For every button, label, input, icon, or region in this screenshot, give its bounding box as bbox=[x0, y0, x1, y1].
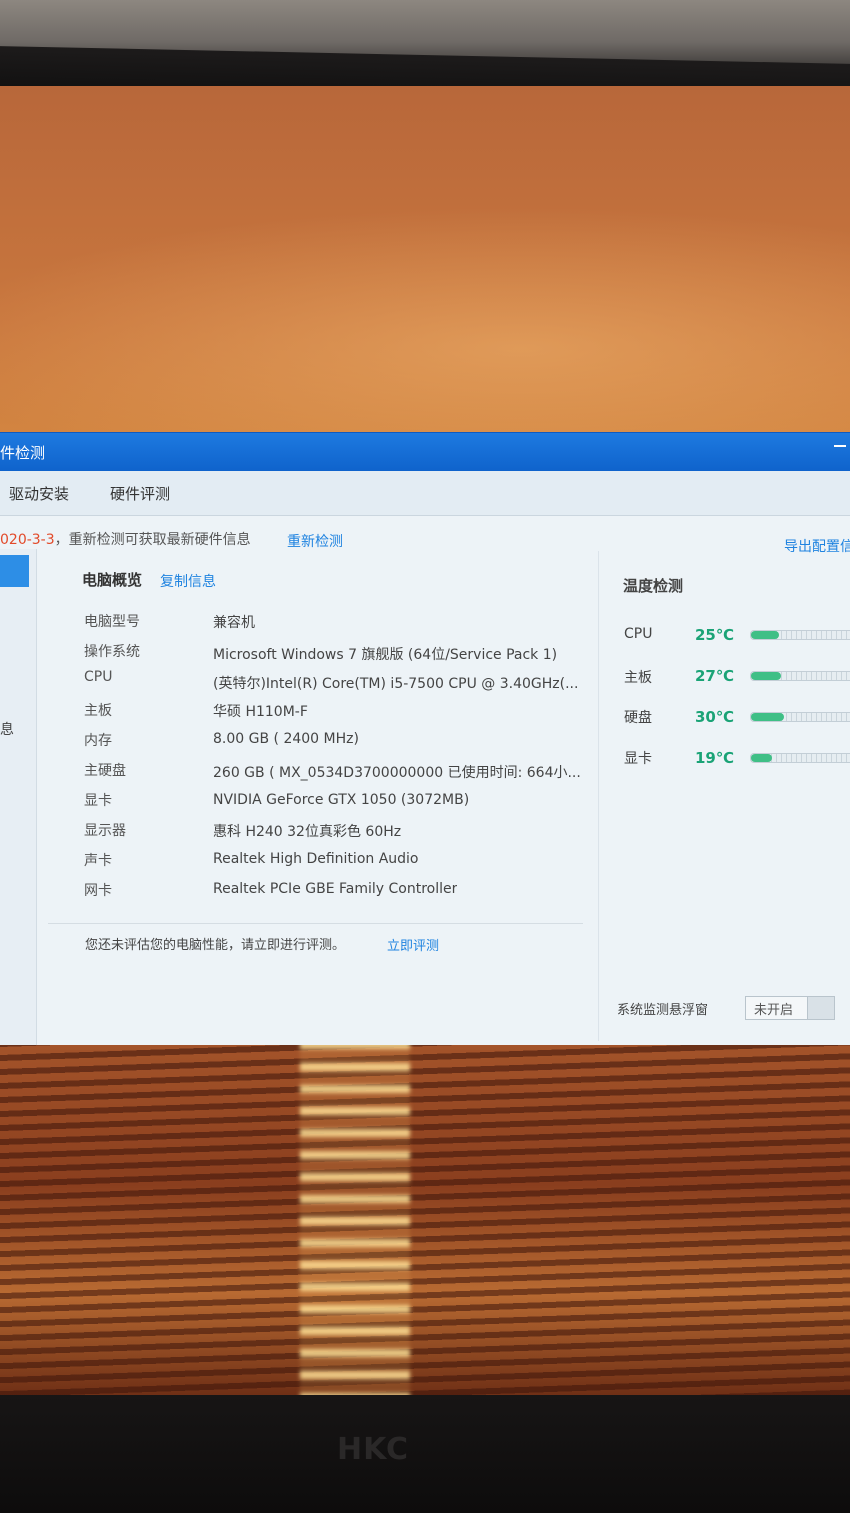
spec-value: 兼容机 bbox=[213, 615, 255, 631]
temp-gauge bbox=[750, 753, 850, 763]
spec-value: Microsoft Windows 7 旗舰版 (64位/Service Pac… bbox=[213, 647, 558, 663]
float-window-toggle[interactable]: 未开启 bbox=[745, 996, 835, 1020]
window-title: 件检测 bbox=[0, 444, 46, 462]
copy-info-link[interactable]: 复制信息 bbox=[160, 571, 216, 591]
monitor-brand-logo: HKC bbox=[337, 1432, 410, 1467]
spec-label: 声卡 bbox=[84, 853, 112, 869]
temp-gauge-fill bbox=[751, 713, 784, 721]
spec-label: 显卡 bbox=[84, 793, 112, 809]
temperature-title: 温度检测 bbox=[623, 577, 684, 595]
spec-value: 8.00 GB ( 2400 MHz) bbox=[213, 731, 359, 747]
temp-value: 30℃ bbox=[695, 708, 735, 726]
tab-hardware-eval[interactable]: 硬件评测 bbox=[110, 483, 170, 504]
temp-label: 显卡 bbox=[624, 751, 652, 767]
eval-prompt: 您还未评估您的电脑性能，请立即进行评测。 bbox=[85, 938, 346, 953]
spec-value: NVIDIA GeForce GTX 1050 (3072MB) bbox=[213, 792, 470, 808]
temp-label: CPU bbox=[624, 626, 653, 642]
wallpaper-sky bbox=[0, 206, 850, 466]
spec-label: 内存 bbox=[84, 733, 112, 749]
temp-gauge-fill bbox=[751, 754, 772, 762]
scan-date: 020-3-3 bbox=[0, 532, 55, 548]
spec-label: 网卡 bbox=[84, 883, 112, 899]
recheck-link[interactable]: 重新检测 bbox=[287, 531, 343, 551]
temp-value: 25℃ bbox=[695, 626, 735, 644]
spec-label: 电脑型号 bbox=[84, 614, 140, 630]
spec-value: 惠科 H240 32位真彩色 60Hz bbox=[213, 824, 402, 840]
evaluate-now-link[interactable]: 立即评测 bbox=[387, 935, 439, 954]
spec-value: 华硕 H110M-F bbox=[213, 704, 308, 720]
scan-notice: 020-3-3，重新检测可获取最新硬件信息 bbox=[0, 529, 251, 549]
spec-value: Realtek High Definition Audio bbox=[213, 851, 419, 867]
sidebar-item-active[interactable] bbox=[0, 555, 29, 587]
float-window-label: 系统监测悬浮窗 bbox=[617, 1003, 709, 1018]
hardware-check-window: 件检测 驱动安装 硬件评测 020-3-3，重新检测可获取最新硬件信息 重新检测… bbox=[0, 432, 850, 1045]
scan-notice-text: ，重新检测可获取最新硬件信息 bbox=[54, 532, 251, 548]
spec-label: 显示器 bbox=[84, 823, 126, 839]
tab-bar: 驱动安装 硬件评测 bbox=[0, 471, 850, 516]
temp-gauge bbox=[750, 671, 850, 681]
toggle-knob bbox=[807, 997, 834, 1019]
temp-gauge-fill bbox=[751, 672, 781, 680]
sidebar: 息 bbox=[0, 549, 37, 1045]
temp-label: 硬盘 bbox=[624, 710, 652, 726]
spec-label: CPU bbox=[84, 669, 113, 685]
divider bbox=[48, 923, 583, 924]
wallpaper-sea bbox=[0, 1041, 850, 1398]
spec-value: Realtek PCIe GBE Family Controller bbox=[213, 881, 458, 897]
tab-driver-install[interactable]: 驱动安装 bbox=[9, 483, 69, 504]
spec-value: 260 GB ( MX_0534D3700000000 已使用时间: 664小.… bbox=[213, 765, 581, 781]
spec-label: 操作系统 bbox=[84, 644, 140, 660]
temp-gauge bbox=[750, 712, 850, 722]
float-window-toggle-label: 未开启 bbox=[754, 1003, 794, 1018]
wallpaper-sun-reflection bbox=[300, 1041, 410, 1398]
temp-label: 主板 bbox=[624, 670, 652, 686]
spec-label: 主硬盘 bbox=[84, 763, 126, 779]
temp-value: 19℃ bbox=[695, 749, 735, 767]
spec-value: (英特尔)Intel(R) Core(TM) i5-7500 CPU @ 3.4… bbox=[213, 676, 579, 692]
panel-divider bbox=[598, 551, 599, 1041]
monitor-bezel-bottom bbox=[0, 1395, 850, 1513]
temp-gauge-fill bbox=[751, 631, 779, 639]
spec-label: 主板 bbox=[84, 703, 112, 719]
sidebar-item-info[interactable]: 息 bbox=[0, 719, 14, 739]
temp-gauge bbox=[750, 630, 850, 640]
window-titlebar[interactable]: 件检测 bbox=[0, 433, 850, 471]
minimize-icon[interactable] bbox=[834, 445, 846, 447]
export-config-link[interactable]: 导出配置信 bbox=[784, 536, 850, 556]
overview-title: 电脑概览 bbox=[82, 571, 143, 589]
temp-value: 27℃ bbox=[695, 667, 735, 685]
